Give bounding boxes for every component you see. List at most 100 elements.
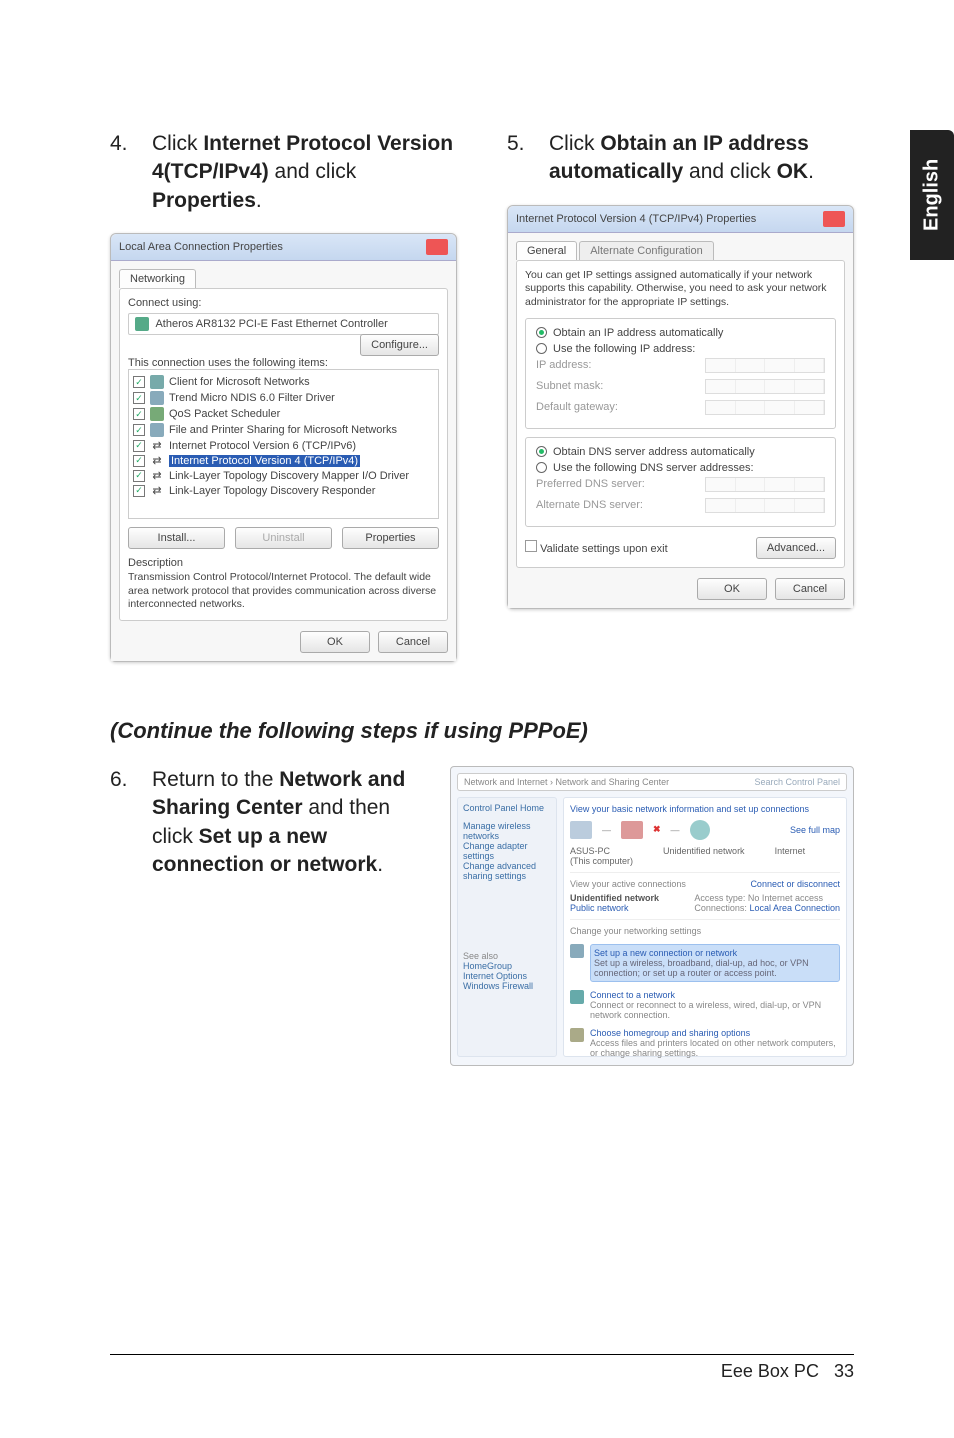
dialog-title: Internet Protocol Version 4 (TCP/IPv4) P… [516,213,756,225]
sidebar-item-internet-options[interactable]: Internet Options [463,971,551,981]
configure-button[interactable]: Configure... [360,334,439,356]
main-heading: View your basic network information and … [570,804,840,814]
list-item[interactable]: ✓QoS Packet Scheduler [133,406,434,422]
list-item[interactable]: ✓Trend Micro NDIS 6.0 Filter Driver [133,390,434,406]
checkbox-icon[interactable]: ✓ [133,470,145,482]
radio-use-dns[interactable]: Use the following DNS server addresses: [536,462,825,474]
step-number: 6. [110,766,130,879]
tab-networking[interactable]: Networking [119,269,196,288]
page-number: 33 [834,1361,854,1381]
list-item-selected[interactable]: ✓⇄Internet Protocol Version 4 (TCP/IPv4) [133,453,434,468]
t: and click [269,160,357,183]
ok-button[interactable]: OK [697,578,767,600]
install-button[interactable]: Install... [128,527,225,549]
active-connections-label: View your active connections [570,879,686,889]
continue-subheading: (Continue the following steps if using P… [110,718,854,744]
label: Subnet mask: [536,380,603,392]
close-icon[interactable] [426,239,448,255]
change-settings-label: Change your networking settings [570,926,840,936]
item-title: Choose homegroup and sharing options [590,1028,750,1038]
properties-button[interactable]: Properties [342,527,439,549]
list-item[interactable]: ✓⇄Internet Protocol Version 6 (TCP/IPv6) [133,438,434,453]
bold-ok: OK [777,160,809,183]
connect-disconnect-link[interactable]: Connect or disconnect [750,879,840,889]
access-value: No Internet access [748,893,823,903]
checkbox-icon[interactable]: ✓ [133,424,145,436]
checkbox-icon[interactable]: ✓ [133,440,145,452]
checkbox-icon[interactable]: ✓ [133,376,145,388]
radio-obtain-dns[interactable]: Obtain DNS server address automatically [536,446,825,458]
sidebar-item-adapter[interactable]: Change adapter settings [463,841,551,861]
page-footer: Eee Box PC 33 [110,1354,854,1382]
t: . [808,160,814,183]
item-title: Connect to a network [590,990,675,1000]
connect-to-network-item[interactable]: Connect to a networkConnect or reconnect… [570,990,840,1020]
adapter-field: Atheros AR8132 PCI-E Fast Ethernet Contr… [128,313,439,335]
product-name: Eee Box PC [721,1361,819,1381]
list-item[interactable]: ✓⇄Link-Layer Topology Discovery Responde… [133,483,434,498]
label: Obtain an IP address automatically [553,327,723,339]
ip-input [705,358,825,373]
ipv4-properties-dialog: Internet Protocol Version 4 (TCP/IPv4) P… [507,205,854,609]
step-text: Click Obtain an IP address automatically… [549,130,854,187]
access-label: Access type: [694,893,745,903]
label: Alternate DNS server: [536,499,643,511]
item-desc: Set up a wireless, broadband, dial-up, a… [594,958,809,978]
item-label: Link-Layer Topology Discovery Responder [169,485,375,497]
items-label: This connection uses the following items… [128,357,439,369]
label: Preferred DNS server: [536,478,645,490]
sidebar-item-home[interactable]: Control Panel Home [463,803,551,813]
radio-obtain-ip[interactable]: Obtain an IP address automatically [536,327,825,339]
sidebar-item-sharing[interactable]: Change advanced sharing settings [463,861,551,881]
tab-alternate[interactable]: Alternate Configuration [579,241,714,260]
step-6: 6. Return to the Network and Sharing Cen… [110,766,410,879]
checkbox-icon[interactable]: ✓ [133,455,145,467]
item-desc: Connect or reconnect to a wireless, wire… [590,1000,821,1020]
checkbox-icon[interactable]: ✓ [133,485,145,497]
t: and click [683,160,776,183]
close-icon[interactable] [823,211,845,227]
item-label: Internet Protocol Version 6 (TCP/IPv6) [169,440,356,452]
tab-general[interactable]: General [516,241,577,260]
protocol-icon: ⇄ [150,454,164,467]
advanced-button[interactable]: Advanced... [756,537,836,559]
search-placeholder[interactable]: Search Control Panel [754,777,840,787]
checkbox-icon[interactable]: ✓ [133,392,145,404]
adapter-icon [135,317,149,331]
cancel-button[interactable]: Cancel [378,631,448,653]
sidebar-item-wireless[interactable]: Manage wireless networks [463,821,551,841]
radio-icon [536,462,547,473]
item-label: Link-Layer Topology Discovery Mapper I/O… [169,470,409,482]
sidebar-item-homegroup[interactable]: HomeGroup [463,961,551,971]
label: Use the following DNS server addresses: [553,462,754,474]
ok-button[interactable]: OK [300,631,370,653]
homegroup-item[interactable]: Choose homegroup and sharing optionsAcce… [570,1028,840,1058]
ip-input [705,379,825,394]
list-item[interactable]: ✓⇄Link-Layer Topology Discovery Mapper I… [133,468,434,483]
checkbox-icon[interactable]: ✓ [133,408,145,420]
cancel-button[interactable]: Cancel [775,578,845,600]
ip-input [705,400,825,415]
components-list[interactable]: ✓Client for Microsoft Networks ✓Trend Mi… [128,369,439,519]
ip-group: Obtain an IP address automatically Use t… [525,318,836,429]
radio-use-ip[interactable]: Use the following IP address: [536,343,825,355]
breadcrumb[interactable]: Network and Internet › Network and Shari… [457,773,847,791]
validate-checkbox[interactable]: Validate settings upon exit [525,540,668,555]
pc-name: ASUS-PC [570,846,610,856]
connections-label: Connections: [694,903,747,913]
see-full-map-link[interactable]: See full map [790,825,840,835]
ip-input [705,498,825,513]
radio-icon [536,343,547,354]
setup-new-connection-item[interactable]: Set up a new connection or networkSet up… [570,944,840,982]
list-item[interactable]: ✓Client for Microsoft Networks [133,374,434,390]
list-item[interactable]: ✓File and Printer Sharing for Microsoft … [133,422,434,438]
t: . [256,189,262,212]
sidebar-item-firewall[interactable]: Windows Firewall [463,981,551,991]
public-network-link[interactable]: Public network [570,903,629,913]
pc-icon [570,821,592,839]
connect-using-label: Connect using: [128,297,439,309]
step-text: Click Internet Protocol Version 4(TCP/IP… [152,130,457,215]
lac-link[interactable]: Local Area Connection [749,903,840,913]
network-sharing-center-window: Network and Internet › Network and Shari… [450,766,854,1066]
pc-sub: (This computer) [570,856,633,866]
